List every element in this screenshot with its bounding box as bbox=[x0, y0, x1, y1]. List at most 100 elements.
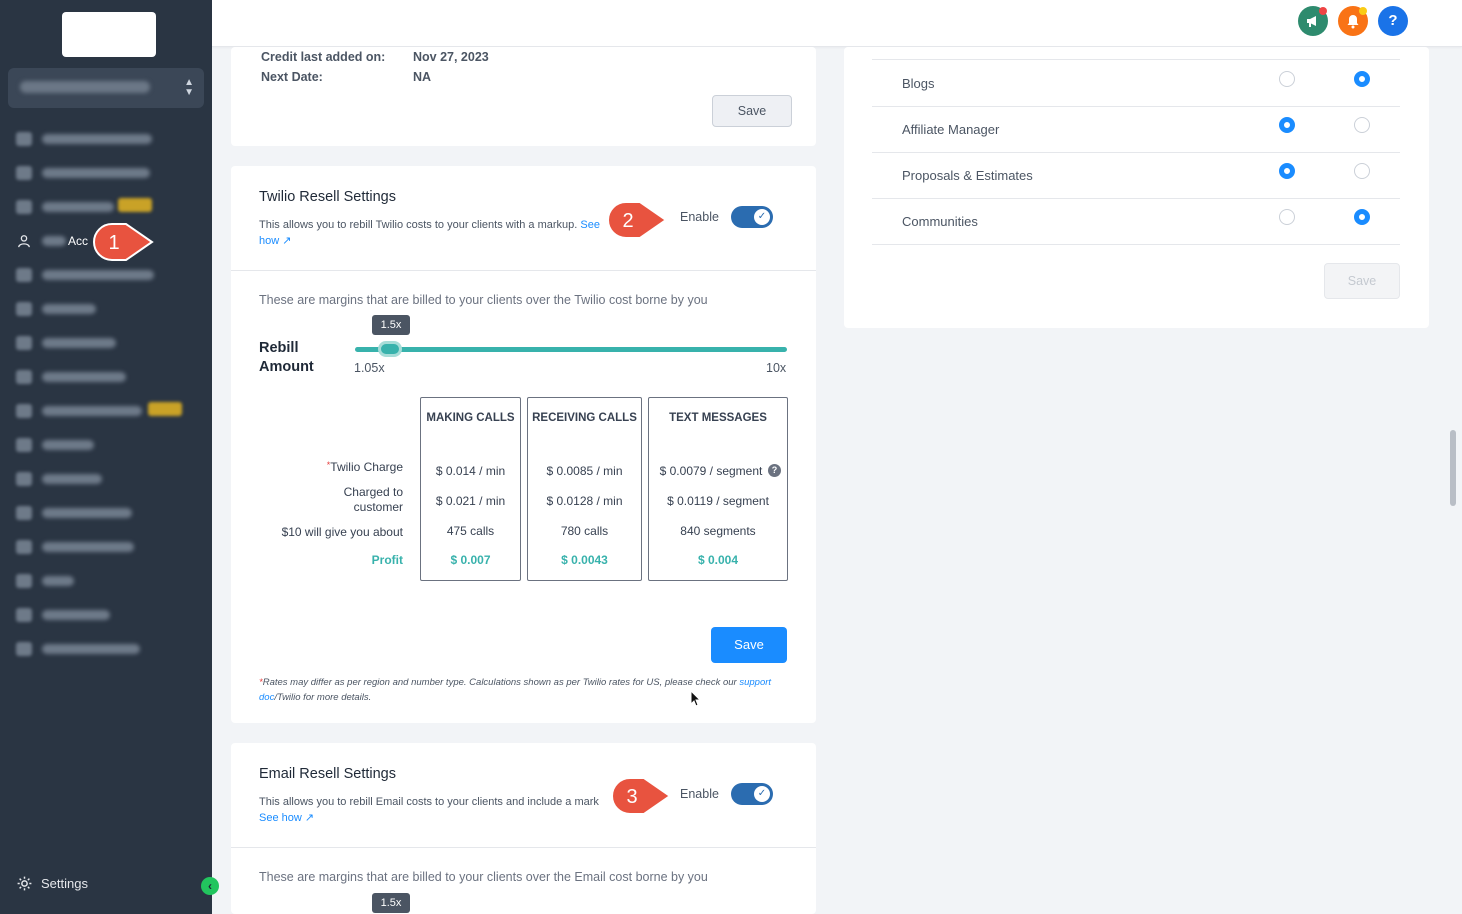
rate-row-labels: *Twilio Charge Charged to customer $10 wi… bbox=[261, 396, 403, 576]
feature-label: Proposals & Estimates bbox=[902, 168, 1033, 183]
nav-icon bbox=[16, 166, 32, 180]
feature-radio-second[interactable] bbox=[1354, 209, 1370, 225]
twilio-save-button[interactable]: Save bbox=[711, 627, 787, 663]
feature-radio-first[interactable] bbox=[1279, 163, 1295, 179]
feature-radio-first[interactable] bbox=[1279, 71, 1295, 87]
feature-radio-second[interactable] bbox=[1354, 71, 1370, 87]
collapse-sidebar-button[interactable]: ‹ bbox=[201, 877, 219, 895]
person-icon bbox=[18, 235, 30, 248]
email-slider-tooltip: 1.5x bbox=[372, 893, 410, 913]
marker-number: 3 bbox=[626, 786, 637, 808]
page-scrollbar[interactable] bbox=[1450, 430, 1456, 506]
feature-radio-second[interactable] bbox=[1354, 117, 1370, 133]
nav-label bbox=[42, 576, 74, 586]
account-switcher[interactable]: ▲ ▼ bbox=[8, 68, 204, 108]
notifications-button[interactable] bbox=[1338, 6, 1368, 36]
nav-university[interactable] bbox=[14, 468, 194, 490]
nav-label bbox=[42, 508, 132, 518]
chevron-updown-icon: ▲ ▼ bbox=[184, 77, 194, 98]
rebill-slider-handle[interactable] bbox=[378, 341, 402, 357]
external-link-icon: ↗ bbox=[304, 812, 315, 824]
credit-save-button[interactable]: Save bbox=[712, 95, 792, 127]
nav-icon bbox=[16, 404, 32, 418]
nav-label bbox=[42, 406, 142, 416]
nav-label bbox=[42, 610, 110, 620]
twilio-see-how-prefix[interactable]: See bbox=[580, 219, 600, 231]
nav-label bbox=[42, 542, 134, 552]
features-save-button[interactable]: Save bbox=[1324, 263, 1400, 299]
nav-template-library[interactable] bbox=[14, 400, 194, 422]
new-badge bbox=[148, 402, 182, 416]
nav-saas-education[interactable] bbox=[14, 502, 194, 524]
nav-ideas[interactable] bbox=[14, 570, 194, 592]
info-icon[interactable]: ? bbox=[768, 464, 781, 477]
charged-cell: $ 0.0119 / segment bbox=[667, 494, 769, 508]
nav-label bbox=[42, 440, 94, 450]
nav-icon bbox=[16, 200, 32, 214]
step-marker-2: 2 bbox=[607, 201, 668, 239]
feature-label: Blogs bbox=[902, 76, 935, 91]
feature-radio-second[interactable] bbox=[1354, 163, 1370, 179]
sidebar-item-sub-accounts-label[interactable]: Acc bbox=[68, 234, 88, 248]
email-title: Email Resell Settings bbox=[259, 766, 396, 782]
email-see-how-link[interactable]: See how ↗ bbox=[259, 812, 314, 824]
external-link-icon: ↗ bbox=[282, 235, 292, 247]
twilio-desc-text: This allows you to rebill Twilio costs t… bbox=[259, 219, 578, 231]
top-bar: ? bbox=[212, 0, 1462, 47]
nav-label bbox=[42, 168, 150, 178]
charged-to-customer-label: Charged to customer bbox=[344, 485, 403, 515]
announcement-button[interactable] bbox=[1298, 6, 1328, 36]
features-card: Blogs Affiliate Manager Proposals & Estima… bbox=[844, 47, 1429, 328]
twilio-charge-label: *Twilio Charge bbox=[327, 460, 403, 474]
mouse-cursor-icon bbox=[690, 690, 702, 707]
nav-marketplace[interactable] bbox=[14, 332, 194, 354]
twilio-title: Twilio Resell Settings bbox=[259, 189, 396, 205]
slider-tooltip: 1.5x bbox=[372, 315, 410, 335]
twilio-enable-toggle[interactable]: ✓ bbox=[731, 206, 773, 228]
nav-partners[interactable] bbox=[14, 434, 194, 456]
sidebar-item-settings[interactable]: Settings bbox=[16, 875, 88, 892]
nav-prospecting[interactable] bbox=[14, 196, 194, 218]
charge-cell: $ 0.0085 / min bbox=[546, 464, 623, 478]
nav-agency-dashboard[interactable] bbox=[14, 128, 194, 150]
nav-icon bbox=[16, 642, 32, 656]
nav-label bbox=[42, 304, 96, 314]
sidebar: ▲ ▼ Acc Settings ‹ bbox=[0, 0, 219, 914]
rebill-slider-track[interactable] bbox=[355, 347, 787, 352]
twilio-footnote: *Rates may differ as per region and numb… bbox=[259, 675, 789, 705]
profit-cell: $ 0.007 bbox=[450, 553, 491, 567]
charge-cell: $ 0.0079 / segment bbox=[659, 464, 763, 478]
nav-saas-configurator[interactable] bbox=[14, 162, 194, 184]
email-divider bbox=[231, 847, 816, 848]
nav-icon bbox=[16, 506, 32, 520]
feature-label: Affiliate Manager bbox=[902, 122, 1000, 137]
nav-mobile-app[interactable] bbox=[14, 604, 194, 626]
settings-label: Settings bbox=[41, 876, 88, 891]
footnote-text-1: Rates may differ as per region and numbe… bbox=[262, 677, 737, 688]
twilio-see-how-link[interactable]: how ↗ bbox=[259, 235, 291, 247]
nav-account-snapshots[interactable] bbox=[14, 264, 194, 286]
twilio-margin-text: These are margins that are billed to you… bbox=[259, 293, 708, 307]
nav-saas-fasttrack[interactable] bbox=[14, 536, 194, 558]
email-description: This allows you to rebill Email costs to… bbox=[259, 794, 619, 826]
nav-icon bbox=[16, 438, 32, 452]
megaphone-icon bbox=[1307, 16, 1316, 27]
nav-icon bbox=[16, 370, 32, 384]
email-enable-toggle[interactable]: ✓ bbox=[731, 783, 773, 805]
agency-logo[interactable] bbox=[62, 12, 156, 57]
email-desc-text: This allows you to rebill Email costs to… bbox=[259, 796, 599, 808]
feature-row: Affiliate Manager bbox=[844, 107, 1429, 153]
nav-icon bbox=[16, 268, 32, 282]
feature-radio-first[interactable] bbox=[1279, 209, 1295, 225]
help-icon: ? bbox=[1388, 12, 1398, 29]
nav-label bbox=[42, 236, 66, 246]
charged-cell: $ 0.021 / min bbox=[435, 494, 506, 508]
help-button[interactable]: ? bbox=[1378, 6, 1408, 36]
email-margin-text: These are margins that are billed to you… bbox=[259, 870, 708, 884]
check-icon: ✓ bbox=[754, 209, 770, 225]
nav-reselling[interactable] bbox=[14, 298, 194, 320]
nav-app-marketplace[interactable] bbox=[14, 638, 194, 660]
feature-row: Blogs bbox=[844, 61, 1429, 107]
nav-affiliate-portal[interactable] bbox=[14, 366, 194, 388]
feature-radio-first[interactable] bbox=[1279, 117, 1295, 133]
